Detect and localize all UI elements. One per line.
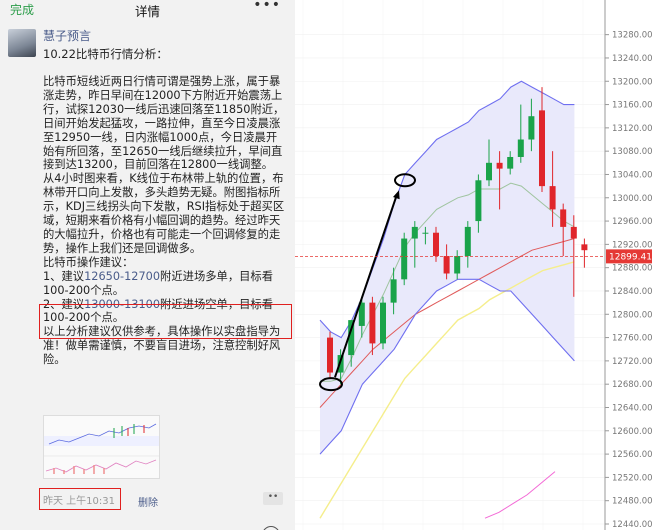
axis-tick-label: 13200.00 (612, 77, 653, 87)
candle-body (560, 209, 567, 227)
advice-long-prefix: 1、建议 (43, 269, 85, 283)
axis-tick-label: 12760.00 (612, 334, 653, 344)
axis-tick-label: 12480.00 (612, 497, 653, 507)
axis-tick-label: 13160.00 (612, 101, 653, 111)
post-card: 慧子预言 10.22比特币行情分析： 比特币短线近两日行情可谓是强势上涨，属于暴… (0, 20, 295, 530)
candle-body (496, 162, 503, 169)
axis-tick-label: 12960.00 (612, 217, 653, 227)
axis-tick-label: 12880.00 (612, 264, 653, 274)
candle-body (539, 110, 545, 187)
candle-body (486, 162, 492, 181)
candle-body (528, 116, 535, 140)
axis-tick-label: 12600.00 (612, 427, 653, 437)
axis-tick-label: 13080.00 (612, 147, 653, 157)
axis-tick-label: 12680.00 (612, 380, 653, 390)
axis-tick-label: 13240.00 (612, 54, 653, 64)
candle-body (411, 226, 418, 239)
axis-tick-label: 13280.00 (612, 31, 653, 41)
candle-body (433, 232, 439, 257)
axis-tick-label: 12920.00 (612, 240, 653, 250)
candle-body (570, 226, 577, 239)
avatar[interactable] (8, 29, 36, 57)
post-paragraph: 比特币操作建议： (43, 255, 134, 269)
axis-tick-label: 12520.00 (612, 473, 653, 483)
current-price-label: 12899.41 (609, 252, 652, 262)
axis-tick-label: 12800.00 (612, 310, 653, 320)
axis-tick-label: 12720.00 (612, 357, 653, 367)
axis-tick-label: 12440.00 (612, 520, 653, 530)
current-price-tag: 12899.41 (606, 249, 652, 264)
timestamp-highlight-box (39, 488, 121, 510)
candle-body (401, 238, 408, 280)
candle-body (581, 244, 588, 251)
comment-button[interactable]: •• (263, 492, 283, 505)
candle-body (390, 279, 397, 303)
candle-body (454, 256, 461, 274)
comment-bubble-icon[interactable] (262, 526, 280, 530)
advice-long: 1、建议12650-12700附近进场多单，目标看100-200个点。 (43, 270, 288, 298)
chart-thumbnail[interactable] (43, 415, 160, 479)
axis-tick-label: 12840.00 (612, 287, 653, 297)
candle-body (422, 232, 429, 234)
indicator-line-pink (484, 471, 556, 519)
axis-tick-label: 12560.00 (612, 450, 653, 460)
advice-long-range-link[interactable]: 12650-12700 (84, 270, 160, 283)
candle-body (443, 256, 450, 274)
candle-body (327, 337, 333, 373)
candle-body (369, 302, 376, 344)
delete-button[interactable]: 删除 (138, 494, 158, 509)
author-name[interactable]: 慧子预言 (43, 27, 91, 44)
nav-bar: 完成 详情 ••• (0, 0, 295, 20)
candle-body (507, 156, 514, 169)
candle-body (380, 302, 386, 344)
candle-body (517, 139, 524, 157)
post-title: 10.22比特币行情分析： (43, 47, 168, 61)
candle-body (464, 226, 471, 257)
axis-tick-label: 12640.00 (612, 403, 653, 413)
post-detail-panel: 完成 详情 ••• 慧子预言 10.22比特币行情分析： 比特币短线近两日行情可… (0, 0, 295, 530)
axis-tick-label: 13120.00 (612, 124, 653, 134)
thumbnail-chart-graphic (44, 416, 159, 478)
post-paragraph: 从4小时图来看，K线位于布林带上轨的位置，布林带开口向上发散，多头趋势无疑。附图… (43, 172, 285, 255)
axis-tick-label: 13040.00 (612, 170, 653, 180)
axis-tick-label: 13000.00 (612, 194, 653, 204)
more-options-button[interactable]: ••• (253, 0, 281, 13)
post-paragraph: 比特币短线近两日行情可谓是强势上涨，属于暴涨走势，昨日早间在12000下方附近开… (43, 75, 285, 172)
candle-body (475, 180, 482, 222)
candle-body (549, 186, 556, 210)
price-axis: 13280.00 13240.00 13200.00 13160.00 13120.00… (604, 0, 653, 530)
price-chart: 13280.00 13240.00 13200.00 13160.00 13120.00… (295, 0, 653, 530)
page-title: 详情 (134, 4, 160, 19)
advice-highlight-box (39, 304, 292, 339)
